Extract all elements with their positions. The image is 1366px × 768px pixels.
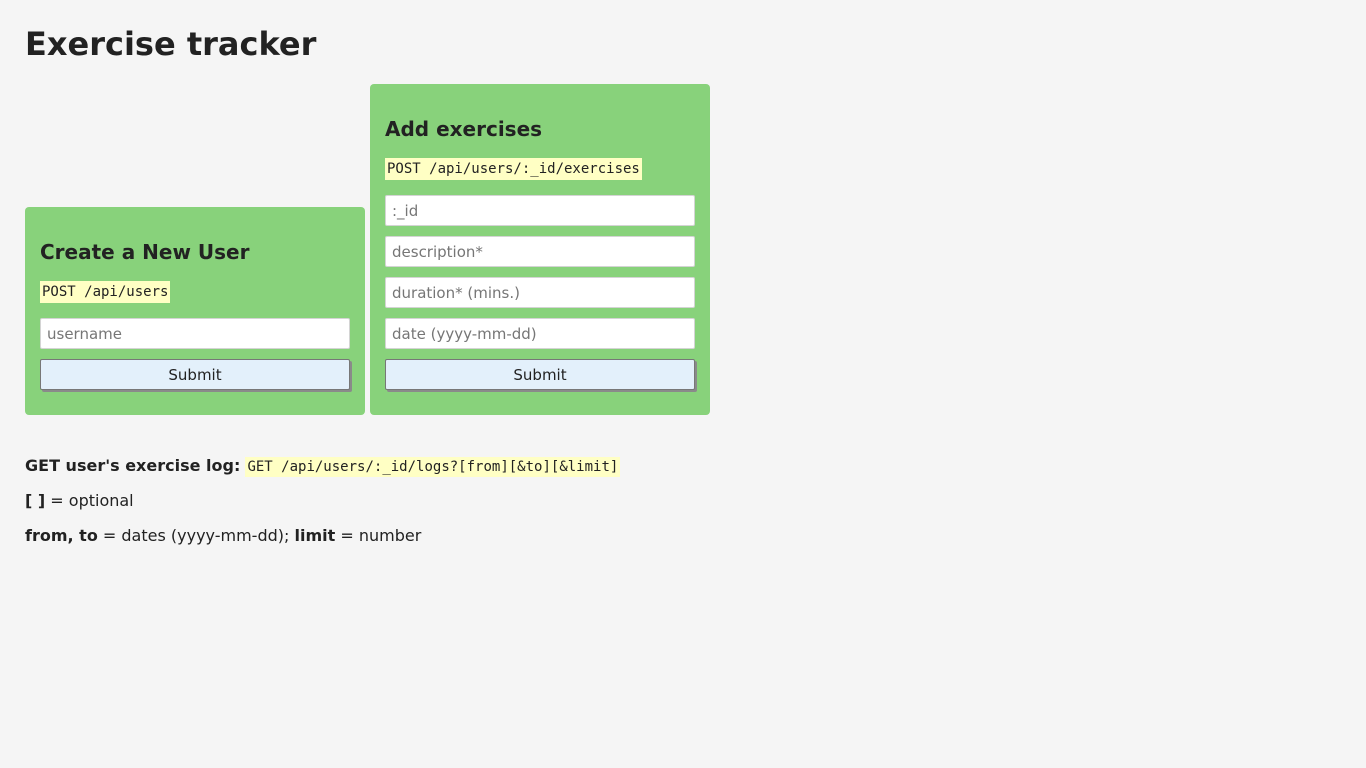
user-id-input[interactable] [385, 195, 695, 226]
optional-symbol: [ ] [25, 491, 46, 510]
add-exercise-heading: Add exercises [385, 117, 543, 141]
create-user-card: Create a New User POST /api/users Submit [25, 207, 365, 415]
add-exercise-submit-button[interactable]: Submit [385, 359, 695, 390]
params-from-to: from, to [25, 526, 98, 545]
create-user-heading: Create a New User [40, 240, 250, 264]
params-limit: limit [294, 526, 336, 545]
get-log-label: GET user's exercise log: [25, 456, 241, 475]
optional-text: = optional [45, 491, 134, 510]
params-limit-text: = number [335, 526, 422, 545]
get-log-endpoint: GET /api/users/:_id/logs?[from][&to][&li… [245, 457, 621, 477]
add-exercise-card: Add exercises POST /api/users/:_id/exerc… [370, 84, 710, 415]
description-input[interactable] [385, 236, 695, 267]
page-title: Exercise tracker [25, 25, 317, 63]
get-log-info: GET user's exercise log: GET /api/users/… [25, 456, 621, 477]
add-exercise-endpoint: POST /api/users/:_id/exercises [385, 158, 642, 180]
create-user-submit-button[interactable]: Submit [40, 359, 350, 390]
duration-input[interactable] [385, 277, 695, 308]
create-user-endpoint: POST /api/users [40, 281, 171, 303]
date-input[interactable] [385, 318, 695, 349]
params-legend: from, to = dates (yyyy-mm-dd); limit = n… [25, 526, 421, 546]
params-dates-text: = dates (yyyy-mm-dd); [97, 526, 295, 545]
optional-legend: [ ] = optional [25, 491, 134, 511]
username-input[interactable] [40, 318, 350, 349]
